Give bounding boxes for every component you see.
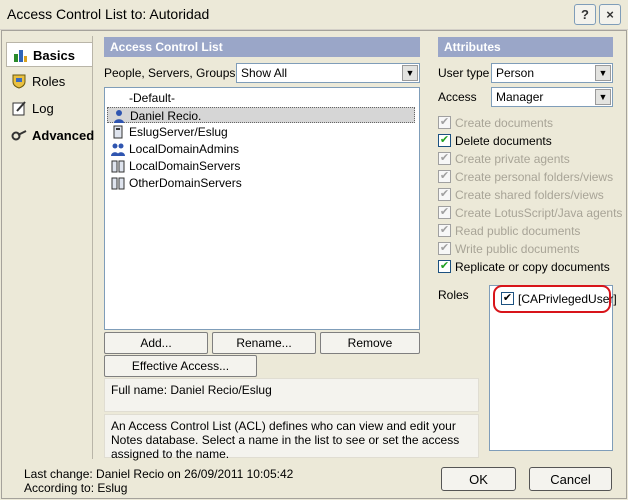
checkbox-check-icon[interactable]: ✔ <box>438 134 451 147</box>
checkbox-check-icon: ✔ <box>438 170 451 183</box>
option-label: Create documents <box>455 116 554 130</box>
option-label: Delete documents <box>455 134 552 148</box>
write-public-documents-option: ✔ Write public documents <box>438 240 580 258</box>
checkbox-check-icon: ✔ <box>438 224 451 237</box>
sidebar-item-label: Log <box>32 101 54 116</box>
full-name-box: Full name: Daniel Recio/Eslug <box>104 378 479 412</box>
rename-button[interactable]: Rename... <box>212 332 316 354</box>
user-type-select[interactable]: Person ▼ <box>491 63 613 83</box>
checkbox-check-icon: ✔ <box>438 116 451 129</box>
according-to-text: According to: Eslug <box>24 481 128 495</box>
chevron-down-icon[interactable]: ▼ <box>595 65 611 81</box>
description-text: An Access Control List (ACL) defines who… <box>111 419 460 461</box>
create-personal-folders-option: ✔ Create personal folders/views <box>438 168 613 186</box>
close-icon: × <box>606 7 614 22</box>
create-shared-folders-option: ✔ Create shared folders/views <box>438 186 604 204</box>
acl-list[interactable]: -Default- Daniel Recio. EslugServer/Eslu… <box>104 87 420 330</box>
list-item-label: LocalDomainAdmins <box>129 142 240 156</box>
cancel-button[interactable]: Cancel <box>529 467 612 491</box>
list-item-label: LocalDomainServers <box>129 159 241 173</box>
person-icon <box>114 110 124 123</box>
create-lotusscript-agents-option: ✔ Create LotusScript/Java agents <box>438 204 622 222</box>
effective-access-button[interactable]: Effective Access... <box>104 355 257 377</box>
create-private-agents-option: ✔ Create private agents <box>438 150 570 168</box>
list-item[interactable]: Daniel Recio. <box>107 107 415 123</box>
user-type-label: User type <box>438 66 490 80</box>
sidebar-item-log[interactable]: Log <box>6 96 92 121</box>
add-button[interactable]: Add... <box>104 332 208 354</box>
help-icon: ? <box>581 7 589 22</box>
create-documents-option: ✔ Create documents <box>438 114 553 132</box>
checkbox-check-icon[interactable]: ✔ <box>438 260 451 273</box>
roles-icon <box>12 74 26 89</box>
log-icon <box>12 101 26 116</box>
full-name-text: Full name: Daniel Recio/Eslug <box>111 383 272 397</box>
server-group-icon <box>111 160 125 173</box>
sidebar-item-label: Advanced <box>32 128 95 143</box>
delete-documents-option[interactable]: ✔ Delete documents <box>438 132 552 150</box>
server-icon <box>113 125 123 139</box>
filter-select[interactable]: Show All ▼ <box>236 63 420 83</box>
option-label: Create LotusScript/Java agents <box>455 206 623 220</box>
list-item-label: EslugServer/Eslug <box>129 125 228 139</box>
remove-button[interactable]: Remove <box>320 332 420 354</box>
user-type-value: Person <box>496 66 535 80</box>
read-public-documents-option: ✔ Read public documents <box>438 222 580 240</box>
sidebar-item-roles[interactable]: Roles <box>6 69 92 94</box>
list-item-label: OtherDomainServers <box>129 176 242 190</box>
list-item[interactable]: OtherDomainServers <box>107 175 415 191</box>
server-group-icon <box>111 177 125 190</box>
roles-label: Roles <box>438 288 469 302</box>
list-item[interactable]: LocalDomainServers <box>107 158 415 174</box>
description-box: An Access Control List (ACL) defines who… <box>104 414 479 461</box>
help-button[interactable]: ? <box>574 4 596 25</box>
access-value: Manager <box>496 90 544 104</box>
advanced-icon <box>11 130 27 141</box>
access-select[interactable]: Manager ▼ <box>491 87 613 107</box>
option-label: Read public documents <box>455 224 581 238</box>
last-change-text: Last change: Daniel Recio on 26/09/2011 … <box>24 467 294 481</box>
list-item[interactable]: EslugServer/Eslug <box>107 124 415 140</box>
checkbox-check-icon: ✔ <box>438 188 451 201</box>
checkbox-check-icon: ✔ <box>438 206 451 219</box>
option-label: Create personal folders/views <box>455 170 614 184</box>
sidebar-item-label: Basics <box>33 48 75 63</box>
chevron-down-icon[interactable]: ▼ <box>402 65 418 81</box>
ok-button[interactable]: OK <box>441 467 516 491</box>
basics-icon <box>14 50 27 62</box>
list-item-label: Daniel Recio. <box>130 109 202 123</box>
list-item-label: -Default- <box>129 91 176 105</box>
list-item[interactable]: LocalDomainAdmins <box>107 141 415 157</box>
filter-label: People, Servers, Groups <box>104 66 236 80</box>
chevron-down-icon[interactable]: ▼ <box>595 89 611 105</box>
option-label: Replicate or copy documents <box>455 260 610 274</box>
highlight-ring <box>493 285 611 313</box>
attributes-header: Attributes <box>438 37 613 57</box>
access-label: Access <box>438 90 477 104</box>
option-label: Write public documents <box>455 242 580 256</box>
sidebar-item-basics[interactable]: Basics <box>6 42 92 67</box>
replicate-documents-option[interactable]: ✔ Replicate or copy documents <box>438 258 610 276</box>
sidebar-item-advanced[interactable]: Advanced <box>6 123 95 148</box>
sidebar-item-label: Roles <box>32 74 66 89</box>
list-item[interactable]: -Default- <box>107 90 415 106</box>
group-icon <box>111 143 125 156</box>
close-button[interactable]: × <box>599 4 621 25</box>
acl-header: Access Control List <box>104 37 420 57</box>
title-bar: Access Control List to: Autoridad ? × <box>0 0 628 30</box>
checkbox-check-icon: ✔ <box>438 152 451 165</box>
filter-value: Show All <box>241 66 288 80</box>
window-title: Access Control List to: Autoridad <box>7 6 210 22</box>
option-label: Create private agents <box>455 152 570 166</box>
option-label: Create shared folders/views <box>455 188 604 202</box>
checkbox-check-icon: ✔ <box>438 242 451 255</box>
